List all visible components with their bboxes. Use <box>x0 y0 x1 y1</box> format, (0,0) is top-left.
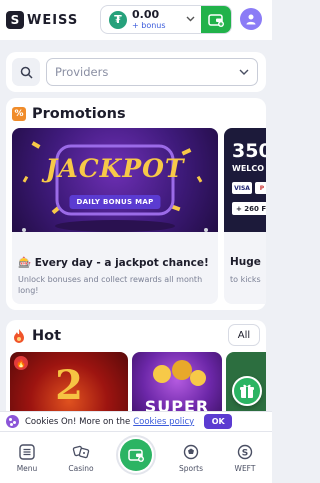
promo-card-jackpot[interactable]: JACKPOT DAILY BONUS MAP 🎰 Every day - a … <box>12 128 218 304</box>
search-icon <box>20 66 33 79</box>
promo-description: Unlock bonuses and collect rewards all m… <box>18 275 203 295</box>
user-icon <box>246 14 256 25</box>
carousel-dot <box>22 228 26 232</box>
cookies-policy-link[interactable]: Cookies policy <box>133 417 194 427</box>
nav-item-weft[interactable]: S WEFT <box>220 442 270 473</box>
avatar[interactable] <box>240 8 262 30</box>
cookie-ok-button[interactable]: OK <box>204 414 233 429</box>
providers-search-bar: Providers <box>6 52 266 92</box>
wallet-icon <box>208 13 224 27</box>
hot-section: Hot All 🔥 2 SUPER <box>6 320 266 420</box>
balance-selector[interactable]: ₮ 0.00 + bonus <box>100 5 232 34</box>
nav-item-casino[interactable]: Casino <box>56 442 106 473</box>
promo-description: to kicks <box>230 275 261 284</box>
tether-icon: ₮ <box>109 10 127 29</box>
providers-placeholder: Providers <box>55 65 109 79</box>
nav-label: Menu <box>16 464 38 473</box>
hot-all-button[interactable]: All <box>228 324 260 346</box>
nav-item-sports[interactable]: Sports <box>166 442 216 473</box>
payment-chip: P <box>255 182 266 194</box>
gift-button[interactable] <box>232 376 262 406</box>
deposit-button[interactable] <box>116 435 156 475</box>
logo-mark: S <box>6 11 24 29</box>
cookie-text: Cookies On! More on the <box>25 416 131 427</box>
promotions-section: % Promotions JACKPOT DAILY BONUS MAP 🎰 E… <box>6 98 266 310</box>
balance-amount: 0.00 <box>132 7 160 21</box>
sports-icon <box>181 442 201 462</box>
promo-title: Huge <box>230 256 261 268</box>
top-header: S WEISS ₮ 0.00 + bonus <box>0 0 272 40</box>
carousel-dot <box>204 228 208 232</box>
hot-header: Hot <box>12 328 61 344</box>
bottom-navigation: Menu Casino Sports S WEFT <box>0 431 272 483</box>
game-title: 2 <box>55 362 83 409</box>
svg-text:S: S <box>242 449 248 459</box>
jackpot-art-title: JACKPOT <box>45 154 185 183</box>
wallet-button[interactable] <box>201 6 231 33</box>
chevron-down-icon <box>186 15 195 25</box>
promotions-title: Promotions <box>32 106 126 122</box>
nav-label: WEFT <box>234 464 256 473</box>
search-button[interactable] <box>12 58 40 86</box>
promo-card-welcome[interactable]: 350 WELCO VISA P + 260 F Huge to kicks <box>224 128 266 304</box>
promo-banner-image: JACKPOT DAILY BONUS MAP <box>12 128 218 232</box>
carousel-dots <box>12 228 218 234</box>
visa-icon: VISA <box>232 182 252 194</box>
gift-icon <box>240 384 254 398</box>
nav-label: Sports <box>178 464 204 473</box>
game-tile[interactable]: 🔥 2 <box>10 352 128 420</box>
logo[interactable]: S WEISS <box>6 11 78 29</box>
providers-dropdown[interactable]: Providers <box>46 58 258 86</box>
chevron-down-icon <box>239 67 249 78</box>
daily-bonus-map-tag: DAILY BONUS MAP <box>69 195 161 209</box>
promo-banner-image: 350 WELCO VISA P + 260 F <box>224 128 266 232</box>
promo-title: 🎰 Every day - a jackpot chance! <box>18 257 209 269</box>
logo-text: WEISS <box>27 12 79 28</box>
promotions-header: % Promotions <box>12 106 126 122</box>
weft-icon: S <box>235 442 255 462</box>
casino-icon <box>71 442 91 462</box>
cookie-banner: Cookies On! More on the Cookies policy O… <box>0 411 272 431</box>
flame-icon <box>12 329 26 343</box>
nav-item-menu[interactable]: Menu <box>2 442 52 473</box>
welcome-art-subtitle: WELCO <box>232 164 265 173</box>
balance-bonus: + bonus <box>132 20 166 30</box>
percent-icon: % <box>12 107 26 121</box>
welcome-art-amount: 350 <box>232 140 266 162</box>
deposit-icon <box>120 439 152 471</box>
cookie-icon <box>6 415 19 428</box>
hot-title: Hot <box>32 328 62 344</box>
welcome-art-plus: + 260 F <box>232 202 266 215</box>
balance-text: 0.00 + bonus <box>132 9 166 31</box>
menu-icon <box>17 442 37 462</box>
game-tile[interactable]: SUPER <box>132 352 222 420</box>
nav-label: Casino <box>68 464 94 473</box>
